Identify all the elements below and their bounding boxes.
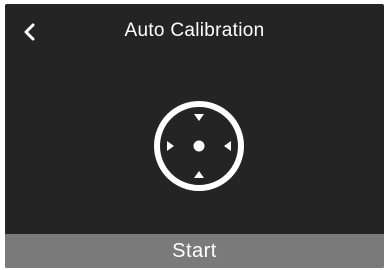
page-title: Auto Calibration [124, 20, 265, 41]
arrow-right-icon [167, 141, 174, 151]
header-bar: Auto Calibration [5, 4, 384, 60]
target-center-dot [193, 140, 205, 152]
crosshair-target-icon [154, 101, 244, 191]
calibration-screen: Auto Calibration Start [5, 4, 384, 268]
arrow-up-icon [194, 171, 204, 178]
device-frame: Auto Calibration Start [0, 0, 388, 270]
arrow-left-icon [224, 141, 231, 151]
arrow-down-icon [194, 114, 204, 121]
start-button[interactable]: Start [5, 234, 384, 268]
